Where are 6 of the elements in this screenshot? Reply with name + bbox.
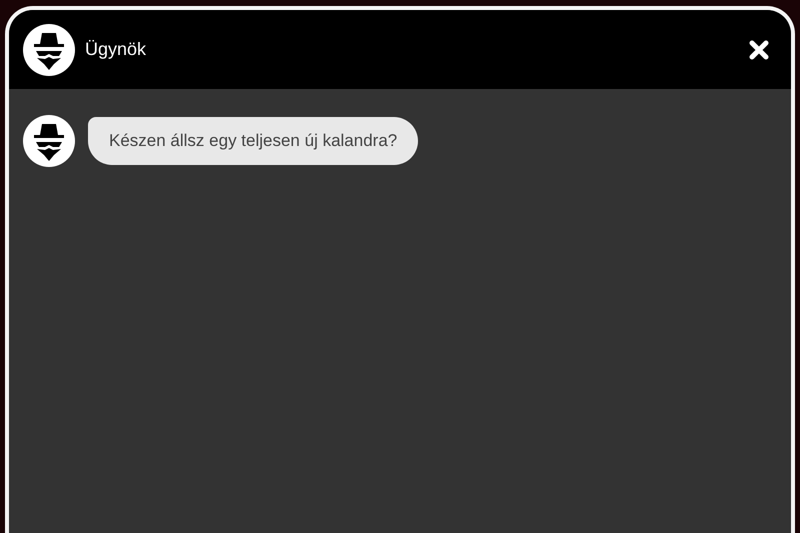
- agent-avatar-icon: [23, 115, 75, 167]
- close-button[interactable]: [747, 38, 771, 62]
- message-bubble: Készen állsz egy teljesen új kalandra?: [88, 117, 418, 165]
- agent-avatar-icon: [23, 24, 75, 76]
- close-icon: [747, 38, 771, 62]
- chat-title: Ügynök: [85, 39, 148, 60]
